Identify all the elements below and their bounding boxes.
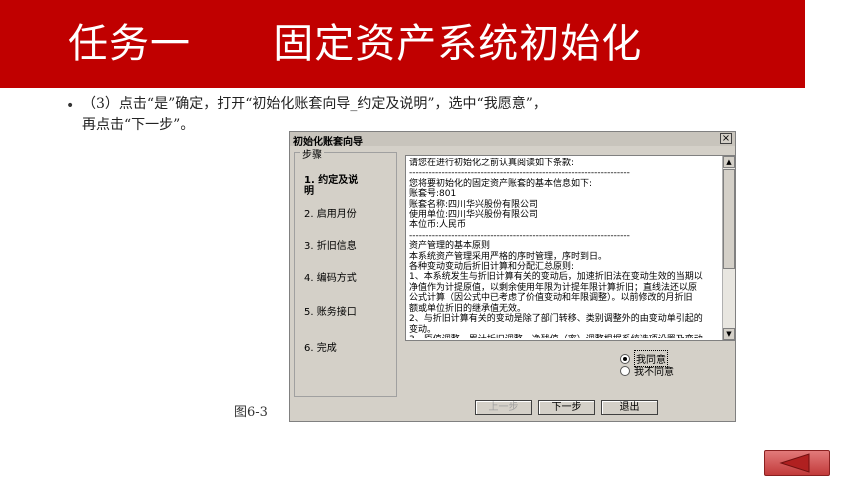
instruction-line-2: 再点击“下一步”。 xyxy=(82,117,195,133)
figure-label: 图6-3 xyxy=(234,405,268,420)
license-text: 请您在进行初始化之前认真阅读如下条款: --------------------… xyxy=(409,158,703,338)
scroll-down-icon[interactable]: ▼ xyxy=(723,328,735,340)
step-account-interface: 5. 账务接口 xyxy=(304,307,357,318)
steps-caption: 步骤 xyxy=(300,146,324,161)
exit-button[interactable]: 退出 xyxy=(601,400,658,415)
instruction-line-1: （3）点击“是”确定，打开“初始化账套向导_约定及说明”，选中“我愿意”， xyxy=(82,96,547,112)
step-start-month: 2. 启用月份 xyxy=(304,209,357,220)
step-finish: 6. 完成 xyxy=(304,343,337,354)
init-wizard-dialog: 初始化账套向导 × 步骤 1. 约定及说明 2. 启用月份 3. 折旧信息 4.… xyxy=(289,131,736,422)
step-agreement: 1. 约定及说明 xyxy=(304,175,359,197)
slide-title-bar: 任务一 固定资产系统初始化 xyxy=(0,0,805,88)
dialog-title-bar: 初始化账套向导 × xyxy=(290,132,735,148)
prev-step-button[interactable]: 上一步 xyxy=(475,400,532,415)
close-button[interactable]: × xyxy=(720,133,732,144)
step-coding: 4. 编码方式 xyxy=(304,273,357,284)
slide-title: 任务一 固定资产系统初始化 xyxy=(68,21,643,67)
back-nav-button[interactable] xyxy=(764,450,830,476)
radio-disagree-label: 我不同意 xyxy=(634,367,674,378)
next-step-button[interactable]: 下一步 xyxy=(538,400,595,415)
scroll-up-icon[interactable]: ▲ xyxy=(723,156,735,168)
step-depreciation: 3. 折旧信息 xyxy=(304,241,357,252)
scroll-thumb[interactable] xyxy=(723,169,735,269)
license-textbox[interactable]: 请您在进行初始化之前认真阅读如下条款: --------------------… xyxy=(405,155,736,341)
radio-agree-button[interactable] xyxy=(620,353,630,364)
radio-disagree-button[interactable] xyxy=(620,365,630,376)
bullet-dot: • xyxy=(66,98,75,114)
left-arrow-icon xyxy=(779,453,810,473)
license-scrollbar[interactable]: ▲ ▼ xyxy=(722,156,735,340)
radio-disagree[interactable]: 我不同意 xyxy=(620,363,674,378)
